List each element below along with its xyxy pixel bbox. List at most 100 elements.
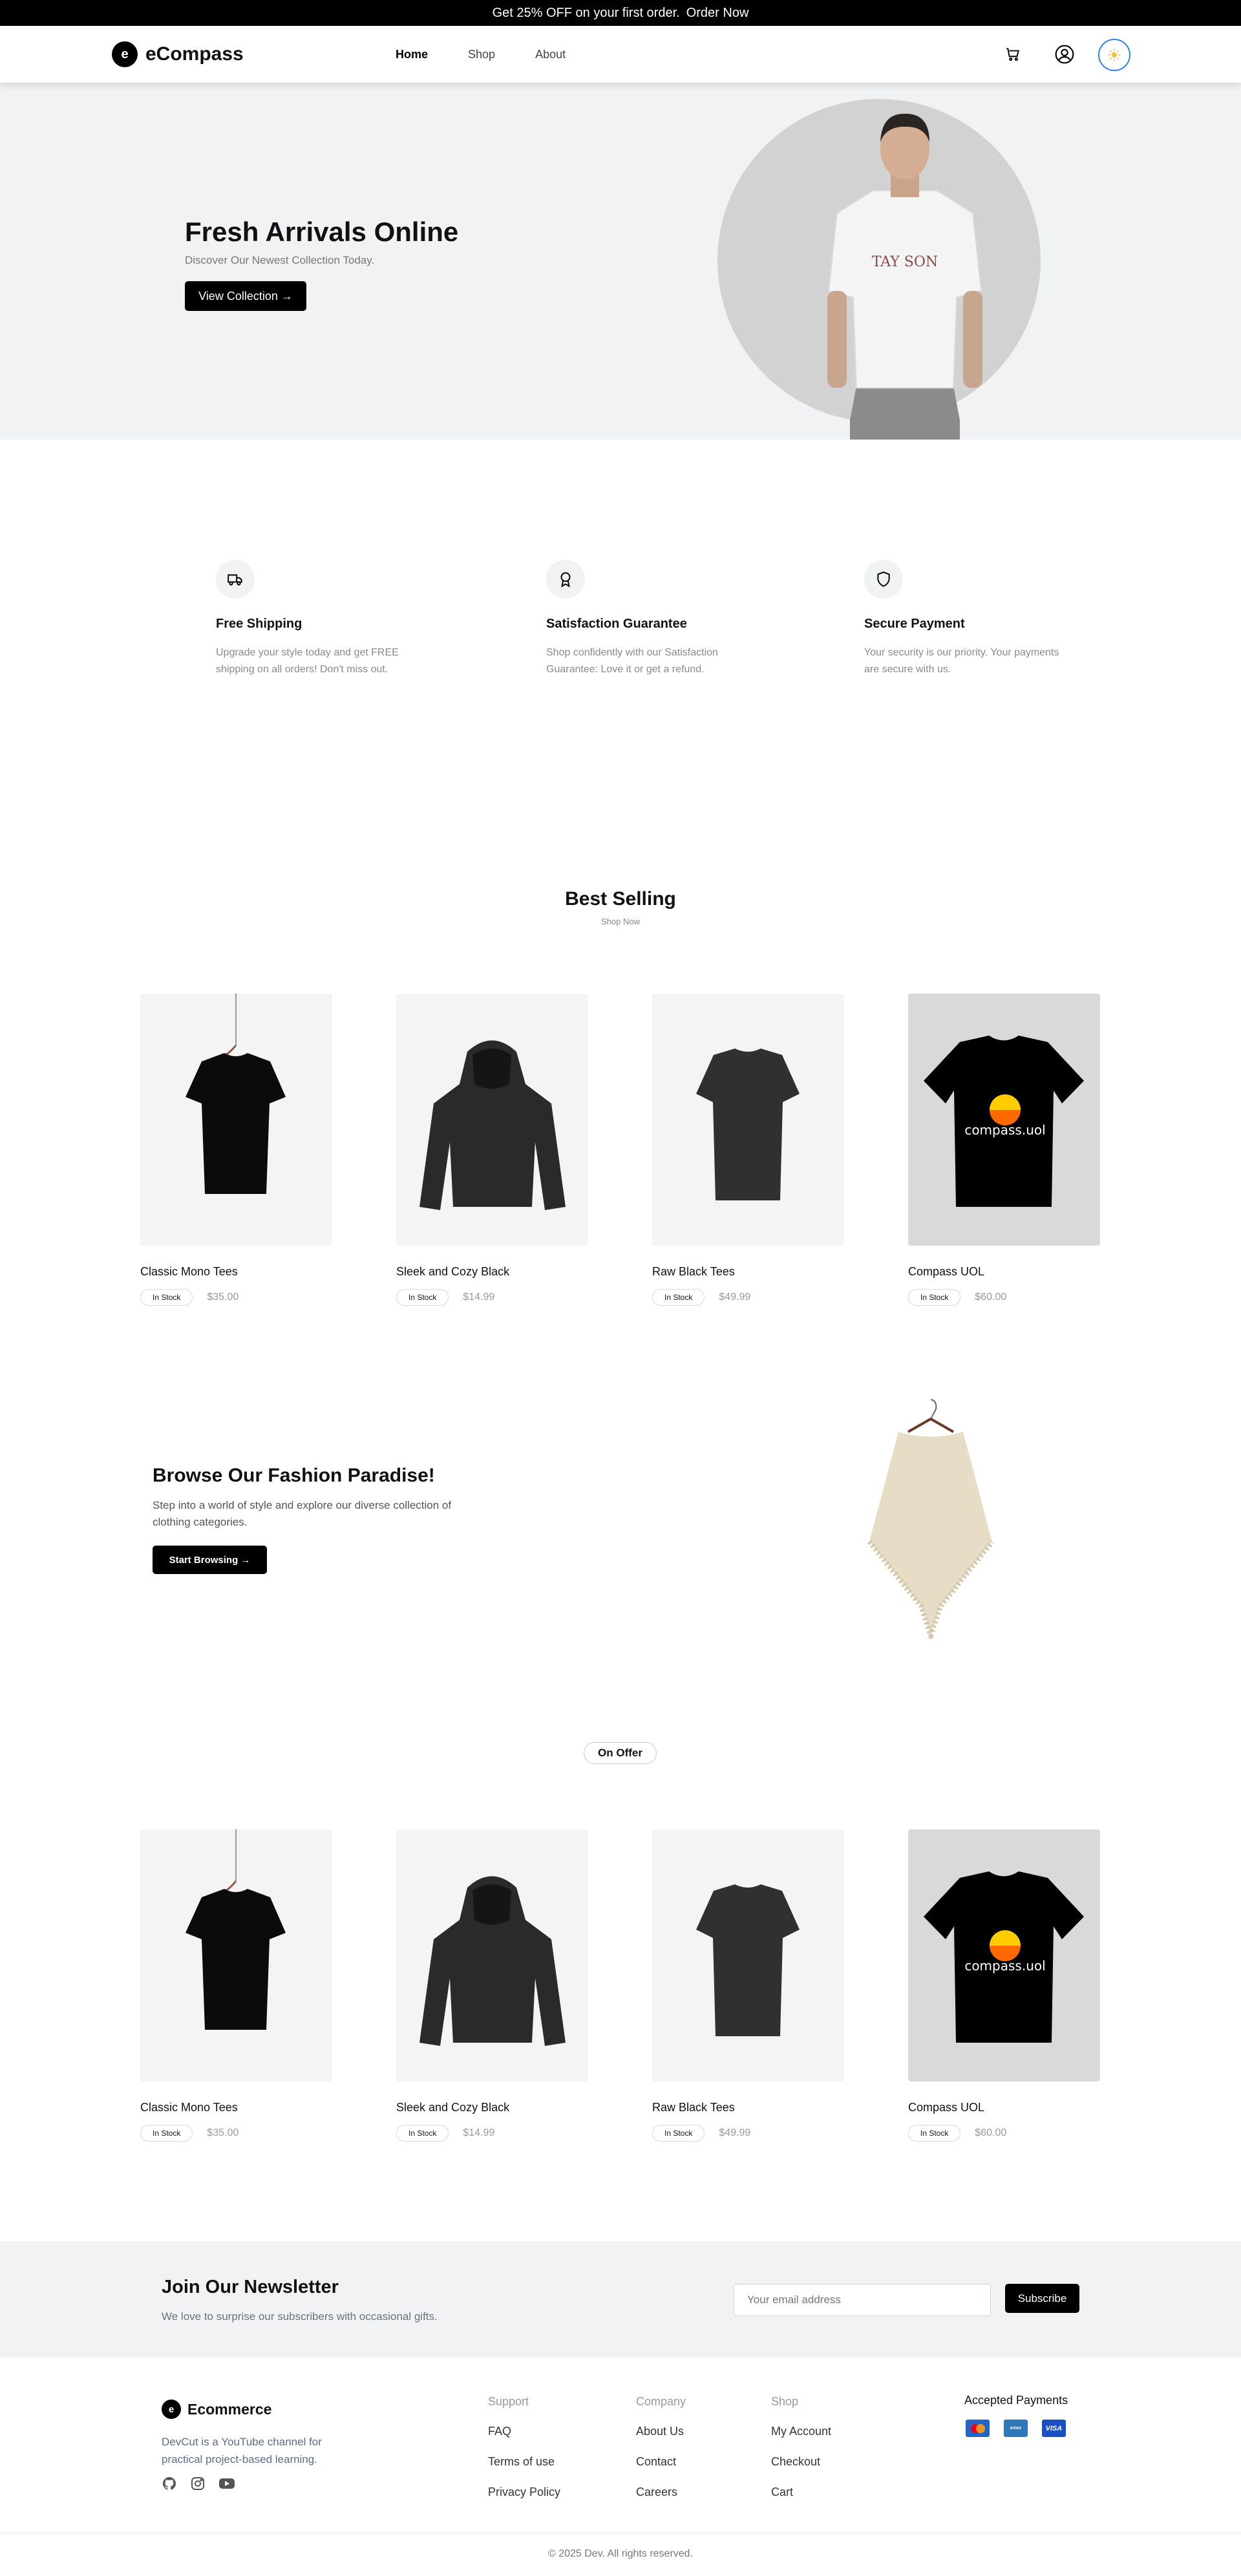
footer-brand-name: Ecommerce xyxy=(187,2400,272,2418)
product-price: $35.00 xyxy=(207,2127,239,2138)
on-offer-pill[interactable]: On Offer xyxy=(584,1742,657,1764)
hero-model-image: TAY SON xyxy=(814,97,995,440)
hero-subtitle: Discover Our Newest Collection Today. xyxy=(185,254,375,266)
shield-icon xyxy=(864,560,903,599)
product-card[interactable]: compass.uol Compass UOL In Stock $60.00 xyxy=(908,994,1100,1306)
nav-shop[interactable]: Shop xyxy=(468,48,495,61)
footer-col-shop: Shop My Account Checkout Cart xyxy=(771,2394,831,2515)
nav-about[interactable]: About xyxy=(535,48,566,61)
product-price: $60.00 xyxy=(975,2127,1007,2138)
product-card[interactable]: Classic Mono Tees In Stock $35.00 xyxy=(140,1829,332,2142)
visa-icon: VISA xyxy=(1042,2420,1066,2437)
promo-banner-title: Browse Our Fashion Paradise! xyxy=(153,1465,435,1486)
product-print: compass.uol xyxy=(964,1958,1045,1974)
footer-link-contact[interactable]: Contact xyxy=(636,2454,686,2469)
award-icon xyxy=(546,560,585,599)
stock-badge: In Stock xyxy=(908,1289,961,1306)
subscribe-button[interactable]: Subscribe xyxy=(1005,2284,1079,2313)
hero-title: Fresh Arrivals Online xyxy=(185,217,459,247)
cart-icon[interactable] xyxy=(1002,44,1023,65)
product-card[interactable]: compass.uol Compass UOL In Stock $60.00 xyxy=(908,1829,1100,2142)
footer-link-terms[interactable]: Terms of use xyxy=(488,2454,560,2469)
product-price: $14.99 xyxy=(463,1292,495,1303)
truck-icon xyxy=(216,560,255,599)
stock-badge: In Stock xyxy=(652,2125,705,2142)
product-name[interactable]: Compass UOL xyxy=(908,1265,1100,1279)
product-image[interactable] xyxy=(652,1829,844,2081)
start-browsing-button[interactable]: Start Browsing → xyxy=(153,1546,267,1574)
theme-toggle-button[interactable] xyxy=(1098,39,1130,71)
promo-bar: Get 25% OFF on your first order. Order N… xyxy=(0,0,1241,26)
footer-link-checkout[interactable]: Checkout xyxy=(771,2454,831,2469)
feature-title: Free Shipping xyxy=(216,617,302,631)
product-name[interactable]: Raw Black Tees xyxy=(652,1265,844,1279)
footer-about: DevCut is a YouTube channel for practica… xyxy=(162,2436,322,2465)
github-icon[interactable] xyxy=(162,2476,177,2491)
stock-badge: In Stock xyxy=(140,2125,193,2142)
view-collection-button[interactable]: View Collection → xyxy=(185,281,306,311)
footer-col-title: Company xyxy=(636,2395,686,2408)
main-navbar: e eCompass Home Shop About xyxy=(0,26,1241,83)
footer-col-title: Shop xyxy=(771,2395,799,2408)
feature-desc: Shop confidently with our Satisfaction G… xyxy=(546,647,718,675)
product-image[interactable]: compass.uol xyxy=(908,994,1100,1246)
feature-title: Secure Payment xyxy=(864,617,965,631)
product-price: $14.99 xyxy=(463,2127,495,2138)
social-links xyxy=(162,2476,235,2491)
logo[interactable]: e eCompass xyxy=(112,41,244,67)
product-name[interactable]: Sleek and Cozy Black xyxy=(396,1265,588,1279)
feature-satisfaction: Satisfaction Guarantee Shop confidently … xyxy=(546,560,753,678)
logo-text: eCompass xyxy=(145,43,244,65)
product-print: compass.uol xyxy=(964,1122,1045,1138)
product-image[interactable]: compass.uol xyxy=(908,1829,1100,2081)
product-image[interactable] xyxy=(396,1829,588,2081)
product-image[interactable] xyxy=(396,994,588,1246)
instagram-icon[interactable] xyxy=(190,2476,206,2491)
footer-link-about[interactable]: About Us xyxy=(636,2423,686,2439)
newsletter-title: Join Our Newsletter xyxy=(162,2277,339,2297)
payments-title: Accepted Payments xyxy=(964,2394,1068,2407)
stock-badge: In Stock xyxy=(396,2125,449,2142)
footer-col-title: Support xyxy=(488,2395,529,2408)
product-name[interactable]: Classic Mono Tees xyxy=(140,1265,332,1279)
youtube-icon[interactable] xyxy=(218,2476,235,2491)
promo-text: Get 25% OFF on your first order. xyxy=(492,5,680,20)
promo-banner-desc: Step into a world of style and explore o… xyxy=(153,1499,452,1528)
footer-col-support: Support FAQ Terms of use Privacy Policy xyxy=(488,2394,560,2515)
footer-link-careers[interactable]: Careers xyxy=(636,2484,686,2500)
nav-home[interactable]: Home xyxy=(396,48,428,61)
newsletter-email-input[interactable] xyxy=(734,2284,991,2316)
feature-secure-payment: Secure Payment Your security is our prio… xyxy=(864,560,1071,678)
sun-icon xyxy=(1108,48,1121,61)
product-card[interactable]: Raw Black Tees In Stock $49.99 xyxy=(652,994,844,1306)
product-name[interactable]: Compass UOL xyxy=(908,2101,1100,2114)
best-selling-subtitle[interactable]: Shop Now xyxy=(0,917,1241,926)
footer-link-privacy[interactable]: Privacy Policy xyxy=(488,2484,560,2500)
account-icon[interactable] xyxy=(1054,43,1076,65)
product-name[interactable]: Raw Black Tees xyxy=(652,2101,844,2114)
feature-desc: Your security is our priority. Your paym… xyxy=(864,647,1059,675)
product-image[interactable] xyxy=(652,994,844,1246)
feature-free-shipping: Free Shipping Upgrade your style today a… xyxy=(216,560,423,678)
nav-links: Home Shop About xyxy=(396,48,566,61)
footer-link-cart[interactable]: Cart xyxy=(771,2484,831,2500)
footer-brand[interactable]: e Ecommerce xyxy=(162,2400,271,2419)
product-price: $60.00 xyxy=(975,1292,1007,1303)
footer-link-account[interactable]: My Account xyxy=(771,2423,831,2439)
product-card[interactable]: Sleek and Cozy Black In Stock $14.99 xyxy=(396,994,588,1306)
footer-link-faq[interactable]: FAQ xyxy=(488,2423,560,2439)
product-name[interactable]: Classic Mono Tees xyxy=(140,2101,332,2114)
product-card[interactable]: Classic Mono Tees In Stock $35.00 xyxy=(140,994,332,1306)
copyright: © 2025 Dev. All rights reserved. xyxy=(547,2548,694,2559)
product-image[interactable] xyxy=(140,1829,332,2081)
logo-icon: e xyxy=(162,2400,181,2419)
product-name[interactable]: Sleek and Cozy Black xyxy=(396,2101,588,2114)
newsletter-desc: We love to surprise our subscribers with… xyxy=(162,2310,438,2323)
product-card[interactable]: Raw Black Tees In Stock $49.99 xyxy=(652,1829,844,2142)
footer-col-company: Company About Us Contact Careers xyxy=(636,2394,686,2515)
stock-badge: In Stock xyxy=(908,2125,961,2142)
product-card[interactable]: Sleek and Cozy Black In Stock $14.99 xyxy=(396,1829,588,2142)
order-now-link[interactable]: Order Now xyxy=(686,6,749,21)
product-image[interactable] xyxy=(140,994,332,1246)
stock-badge: In Stock xyxy=(396,1289,449,1306)
